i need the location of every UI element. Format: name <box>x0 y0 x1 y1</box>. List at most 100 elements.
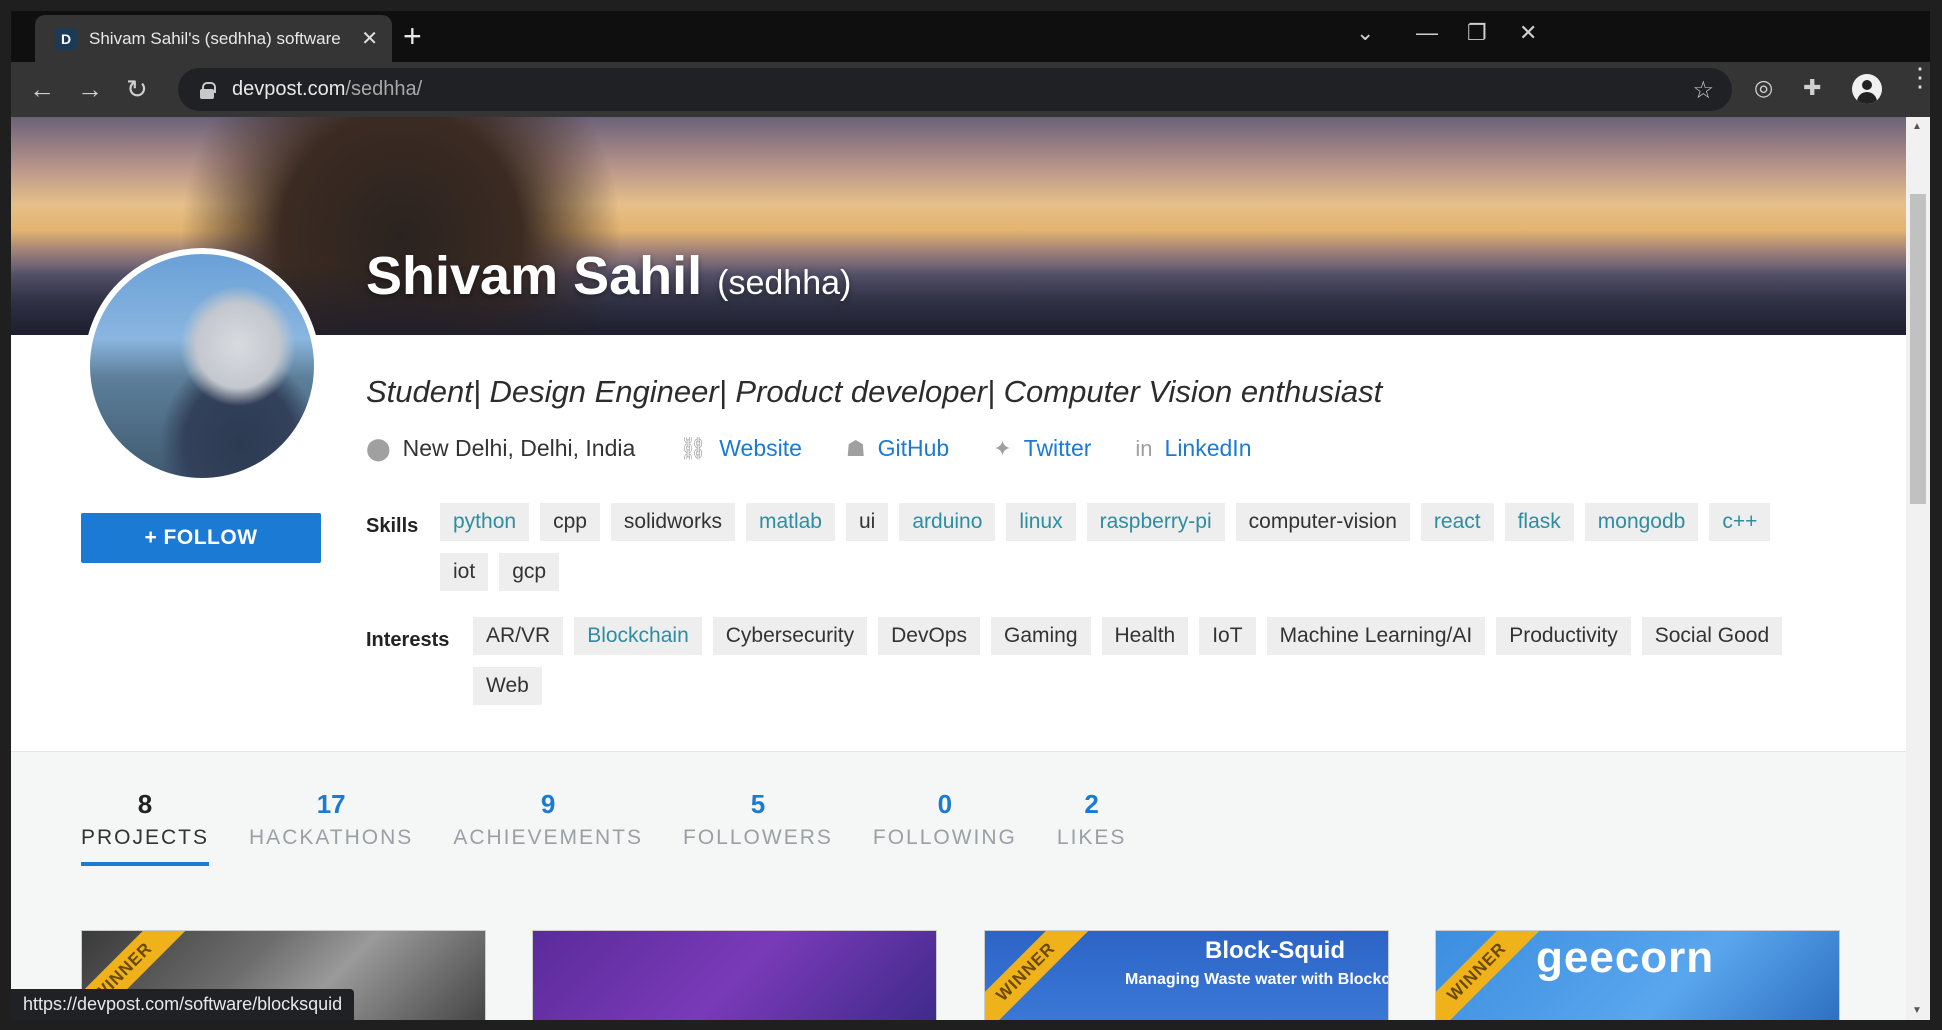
project-card-title: Block-Squid <box>1205 937 1346 964</box>
project-card-blocksquid[interactable]: WINNER Block-Squid Managing Waste water … <box>984 930 1389 1020</box>
profile-name: Shivam Sahil (sedhha) <box>366 246 852 306</box>
url-text[interactable]: devpost.com/sedhha/ <box>232 78 422 101</box>
stat-count: 17 <box>316 789 346 819</box>
close-tab-icon[interactable]: ✕ <box>361 26 378 51</box>
stat-tab-hackathons[interactable]: 17 HACKATHONS <box>249 789 413 866</box>
stat-count: 2 <box>1084 789 1099 819</box>
extensions-puzzle-icon[interactable]: ✚ <box>1803 75 1821 101</box>
linkedin-link[interactable]: in LinkedIn <box>1135 435 1251 462</box>
stat-tab-following[interactable]: 0 FOLLOWING <box>873 789 1017 866</box>
tab-search-icon[interactable]: ⌄ <box>1356 20 1374 46</box>
address-bar[interactable]: devpost.com/sedhha/ ☆ <box>178 68 1732 111</box>
tab-title: Shivam Sahil's (sedhha) software <box>89 28 341 48</box>
stat-label: PROJECTS <box>81 826 210 849</box>
interests-section: Interests AR/VR Blockchain Cybersecurity De… <box>366 617 1813 717</box>
tag-chip: Web <box>473 667 542 705</box>
tag-chip: Health <box>1101 617 1189 655</box>
bookmark-star-icon[interactable]: ☆ <box>1692 76 1714 105</box>
tag-chip: Productivity <box>1496 617 1631 655</box>
tag-chip[interactable]: flask <box>1504 503 1574 541</box>
scroll-up-icon[interactable]: ▲ <box>1912 121 1922 132</box>
follow-button[interactable]: + FOLLOW <box>81 513 321 563</box>
new-tab-icon[interactable]: + <box>403 20 422 52</box>
scrollbar-thumb[interactable] <box>1910 194 1926 504</box>
winner-ribbon: WINNER <box>985 931 1090 1020</box>
tag-chip[interactable]: arduino <box>899 503 996 541</box>
skills-section: Skills python cpp solidworks matlab ui arduin… <box>366 503 1790 603</box>
reload-icon[interactable]: ↻ <box>126 74 148 104</box>
stat-label: FOLLOWING <box>872 826 1017 849</box>
tag-chip: AR/VR <box>473 617 564 655</box>
location-pin-icon: ⬤ <box>366 435 391 461</box>
tag-chip: gcp <box>499 553 560 591</box>
stat-label: HACKATHONS <box>249 826 414 849</box>
stat-tab-followers[interactable]: 5 FOLLOWERS <box>683 789 833 866</box>
interests-label: Interests <box>366 629 450 651</box>
close-window-icon[interactable]: ✕ <box>1519 20 1537 46</box>
interests-list: AR/VR Blockchain Cybersecurity DevOps Gaming… <box>473 617 1813 717</box>
link-status-bar: https://devpost.com/software/blocksquid <box>11 989 355 1020</box>
project-card-brand: geecorn <box>1536 933 1715 982</box>
tag-chip[interactable]: Blockchain <box>574 617 702 655</box>
profile-tagline: Student| Design Engineer| Product develo… <box>366 374 1383 409</box>
project-card[interactable] <box>532 930 937 1020</box>
twitter-link[interactable]: ✦ Twitter <box>993 435 1091 462</box>
tag-chip: ui <box>845 503 889 541</box>
tag-chip[interactable]: react <box>1420 503 1494 541</box>
website-link[interactable]: ⛓ Website <box>679 435 802 462</box>
skills-list: python cpp solidworks matlab ui arduino linux r… <box>440 503 1790 603</box>
extension-target-icon[interactable]: ◎ <box>1754 75 1773 101</box>
location: ⬤ New Delhi, Delhi, India <box>366 435 636 461</box>
skills-label: Skills <box>366 515 419 537</box>
tag-chip: Cybersecurity <box>712 617 868 655</box>
tag-chip: Social Good <box>1641 617 1783 655</box>
browser-toolbar: ← → ↻ devpost.com/sedhha/ ☆ ◎ ✚ ⋮ <box>11 62 1933 117</box>
github-link[interactable]: ☗ GitHub <box>846 435 949 462</box>
page-viewport: Shivam Sahil (sedhha) + FOLLOW Student| … <box>11 117 1930 1020</box>
project-card-subtitle: Managing Waste water with Blockch <box>1125 971 1389 988</box>
stat-count: 0 <box>937 789 953 819</box>
github-icon: ☗ <box>845 435 866 461</box>
restore-icon[interactable]: ❐ <box>1467 20 1487 46</box>
link-chain-icon: ⛓ <box>679 435 708 461</box>
tag-chip[interactable]: raspberry-pi <box>1086 503 1225 541</box>
tag-chip[interactable]: linux <box>1006 503 1076 541</box>
lock-icon[interactable] <box>200 81 216 99</box>
stat-count: 8 <box>137 789 153 819</box>
browser-menu-icon[interactable]: ⋮ <box>1907 64 1933 90</box>
back-icon[interactable]: ← <box>29 74 55 104</box>
forward-icon[interactable]: → <box>77 74 103 104</box>
stat-count: 9 <box>540 789 556 819</box>
stat-label: LIKES <box>1056 826 1127 849</box>
tag-chip: solidworks <box>610 503 735 541</box>
profile-stats-tabs: 8 PROJECTS 17 HACKATHONS 9 ACHIEVEMENTS 5 FOLLO… <box>81 789 1166 866</box>
linkedin-icon: in <box>1135 435 1153 461</box>
tag-chip: Gaming <box>990 617 1091 655</box>
profile-handle: (sedhha) <box>717 264 852 302</box>
scroll-down-icon[interactable]: ▼ <box>1912 1005 1922 1016</box>
tag-chip: cpp <box>540 503 600 541</box>
stat-count: 5 <box>750 789 766 819</box>
tag-chip: Machine Learning/AI <box>1266 617 1486 655</box>
tab-strip: D Shivam Sahil's (sedhha) software ✕ + ⌄… <box>11 11 1930 62</box>
profile-avatar <box>84 248 320 484</box>
minimize-icon[interactable]: — <box>1416 20 1438 46</box>
tag-chip: iot <box>440 553 489 591</box>
tag-chip[interactable]: c++ <box>1709 503 1771 541</box>
stat-label: FOLLOWERS <box>683 826 833 849</box>
devpost-favicon-icon: D <box>55 27 77 50</box>
profile-links: ⬤ New Delhi, Delhi, India ⛓ Website ☗ Gi… <box>366 435 1296 462</box>
browser-tab[interactable]: D Shivam Sahil's (sedhha) software ✕ <box>35 15 392 62</box>
profile-avatar-icon[interactable] <box>1852 74 1882 104</box>
stat-tab-likes[interactable]: 2 LIKES <box>1057 789 1127 866</box>
tag-chip[interactable]: matlab <box>745 503 835 541</box>
twitter-bird-icon: ✦ <box>993 435 1012 461</box>
project-card-geecorn[interactable]: WINNER geecorn <box>1435 930 1840 1020</box>
tag-chip: IoT <box>1199 617 1256 655</box>
stat-tab-projects[interactable]: 8 PROJECTS <box>81 789 210 866</box>
tag-chip[interactable]: python <box>440 503 530 541</box>
page-scrollbar[interactable]: ▲ ▼ <box>1906 117 1930 1020</box>
tag-chip[interactable]: mongodb <box>1584 503 1699 541</box>
stat-tab-achievements[interactable]: 9 ACHIEVEMENTS <box>453 789 643 866</box>
tag-chip: computer-vision <box>1235 503 1410 541</box>
